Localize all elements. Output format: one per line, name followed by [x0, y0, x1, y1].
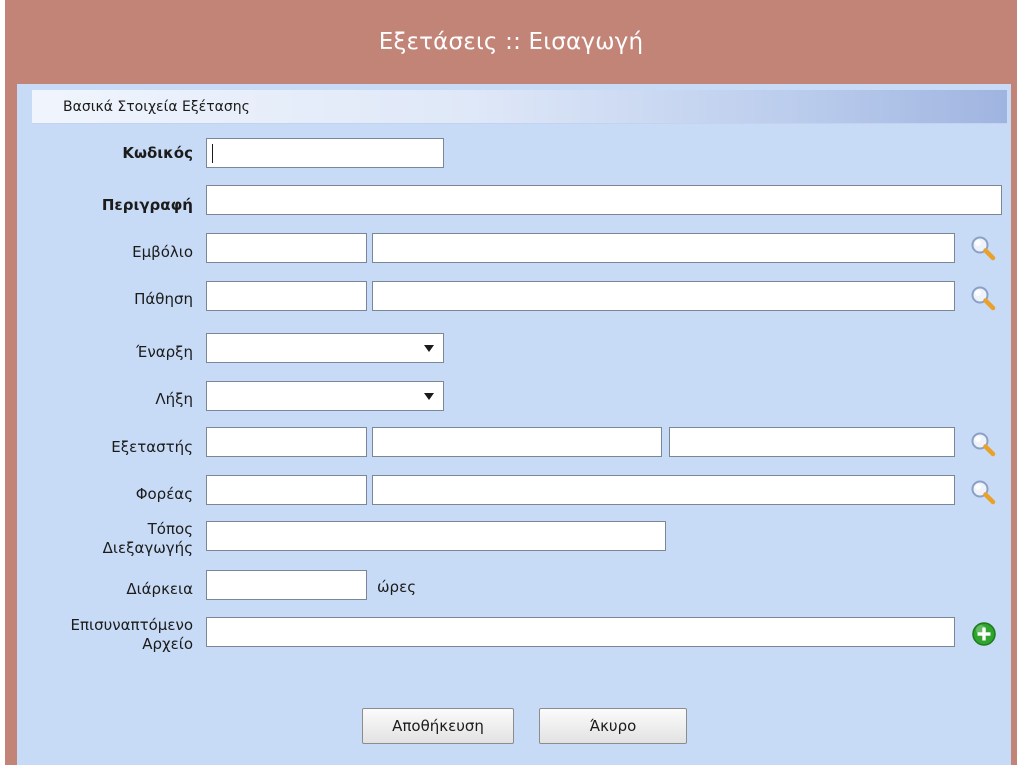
examiner-label: Εξεταστής [111, 438, 193, 456]
vaccine-name-input[interactable] [372, 233, 955, 263]
end-select[interactable] [206, 381, 444, 411]
location-label: Τόπος Διεξαγωγής [20, 520, 193, 558]
start-label: Έναρξη [136, 343, 193, 361]
window-title: Εξετάσεις :: Εισαγωγή [378, 29, 644, 55]
vaccine-search-icon[interactable] [968, 233, 998, 263]
start-select[interactable] [206, 333, 444, 363]
start-dropdown-button[interactable] [414, 334, 443, 362]
code-label: Κωδικός [122, 144, 193, 162]
disease-code-input[interactable] [206, 281, 367, 311]
description-input[interactable] [206, 185, 1002, 215]
location-label-line1: Τόπος [147, 520, 193, 538]
disease-search-icon[interactable] [968, 283, 998, 313]
attachment-label-line2: Αρχείο [142, 635, 193, 653]
add-icon[interactable] [970, 620, 998, 648]
code-input[interactable] [206, 138, 444, 168]
location-label-line2: Διεξαγωγής [102, 539, 193, 557]
disease-label: Πάθηση [134, 290, 193, 308]
attachment-input[interactable] [206, 617, 955, 647]
chevron-down-icon [423, 392, 434, 400]
duration-unit: ώρες [377, 578, 416, 596]
disease-name-input[interactable] [372, 281, 955, 311]
organization-name-input[interactable] [372, 475, 955, 505]
examiner-name-input[interactable] [669, 427, 955, 457]
duration-input[interactable] [206, 570, 367, 600]
cancel-button[interactable]: Άκυρο [539, 708, 687, 744]
duration-label: Διάρκεια [126, 580, 193, 598]
end-label: Λήξη [155, 390, 193, 408]
organization-code-input[interactable] [206, 475, 367, 505]
save-button[interactable]: Αποθήκευση [362, 708, 514, 744]
attachment-label: Επισυναπτόμενο Αρχείο [10, 616, 193, 654]
description-label: Περιγραφή [101, 196, 193, 214]
examiner-surname-input[interactable] [372, 427, 662, 457]
examiner-search-icon[interactable] [968, 429, 998, 459]
organization-search-icon[interactable] [968, 477, 998, 507]
end-dropdown-button[interactable] [414, 382, 443, 410]
section-header: Βασικά Στοιχεία Εξέτασης [32, 90, 1007, 124]
examiner-code-input[interactable] [206, 427, 367, 457]
location-input[interactable] [206, 521, 666, 551]
organization-label: Φορέας [135, 485, 193, 503]
vaccine-label: Εμβόλιο [132, 243, 193, 261]
attachment-label-line1: Επισυναπτόμενο [70, 616, 193, 634]
chevron-down-icon [423, 344, 434, 352]
vaccine-code-input[interactable] [206, 233, 367, 263]
text-caret [212, 144, 213, 163]
